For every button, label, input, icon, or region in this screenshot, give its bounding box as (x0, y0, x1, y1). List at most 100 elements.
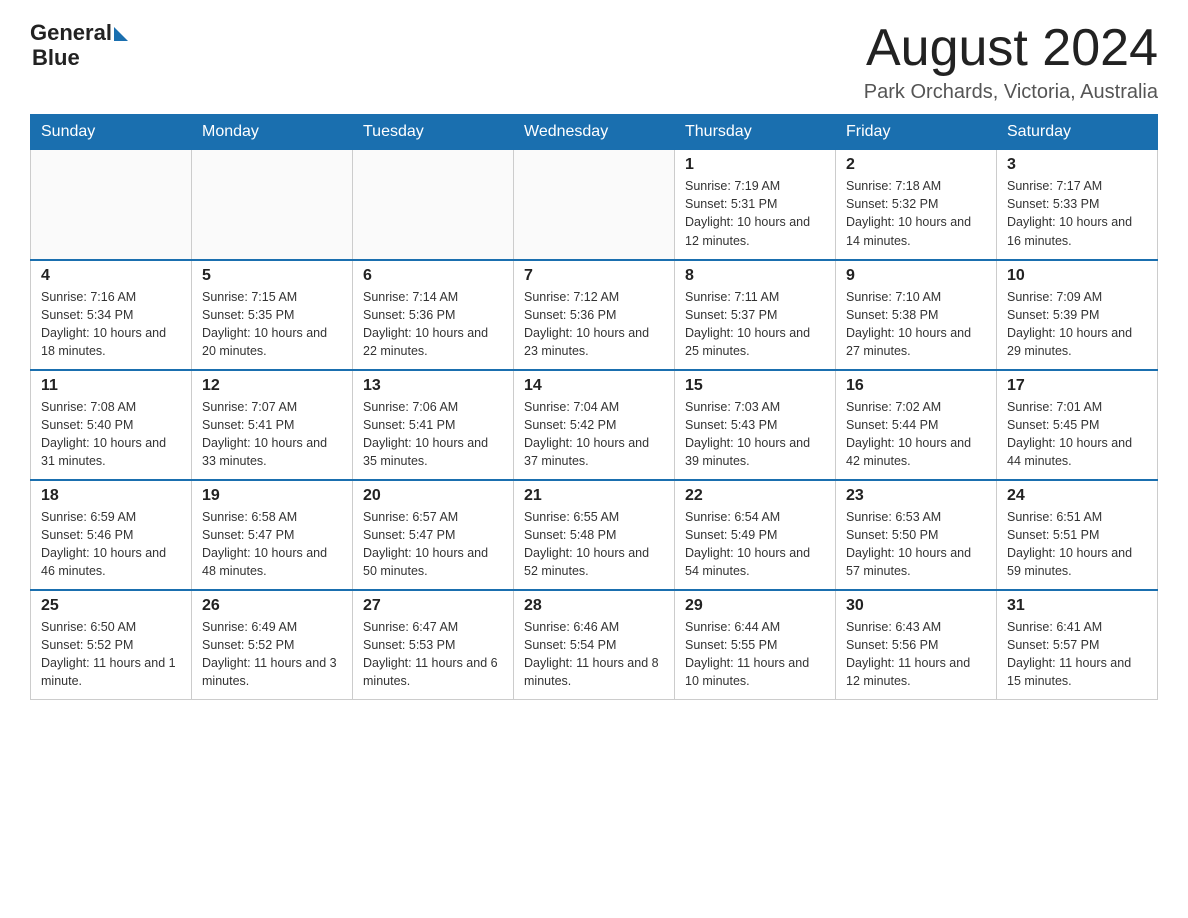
day-info: Sunrise: 7:19 AMSunset: 5:31 PMDaylight:… (685, 177, 825, 250)
day-number: 16 (846, 377, 986, 395)
calendar-cell: 5 Sunrise: 7:15 AMSunset: 5:35 PMDaylight… (192, 260, 353, 370)
day-info: Sunrise: 6:47 AMSunset: 5:53 PMDaylight:… (363, 618, 503, 691)
day-number: 25 (41, 597, 181, 615)
calendar-cell: 19 Sunrise: 6:58 AMSunset: 5:47 PMDayligh… (192, 480, 353, 590)
day-number: 30 (846, 597, 986, 615)
week-row-3: 11Sunrise: 7:08 AMSunset: 5:40 PMDayligh… (31, 370, 1158, 480)
calendar-cell: 12Sunrise: 7:07 AMSunset: 5:41 PMDayligh… (192, 370, 353, 480)
calendar-cell: 31 Sunrise: 6:41 AMSunset: 5:57 PMDayligh… (997, 590, 1158, 700)
logo-text-blue: Blue (32, 45, 128, 70)
day-info: Sunrise: 6:57 AMSunset: 5:47 PMDaylight:… (363, 508, 503, 581)
day-number: 23 (846, 487, 986, 505)
calendar-cell (353, 150, 514, 260)
day-number: 15 (685, 377, 825, 395)
day-number: 18 (41, 487, 181, 505)
calendar-cell: 30Sunrise: 6:43 AMSunset: 5:56 PMDayligh… (836, 590, 997, 700)
day-number: 6 (363, 267, 503, 285)
location: Park Orchards, Victoria, Australia (864, 81, 1158, 104)
calendar-cell: 7 Sunrise: 7:12 AMSunset: 5:36 PMDaylight… (514, 260, 675, 370)
day-info: Sunrise: 7:01 AMSunset: 5:45 PMDaylight:… (1007, 398, 1147, 471)
calendar-cell: 9 Sunrise: 7:10 AMSunset: 5:38 PMDaylight… (836, 260, 997, 370)
header-wednesday: Wednesday (514, 115, 675, 150)
calendar-cell: 27Sunrise: 6:47 AMSunset: 5:53 PMDayligh… (353, 590, 514, 700)
day-info: Sunrise: 6:50 AMSunset: 5:52 PMDaylight:… (41, 618, 181, 691)
calendar-cell: 1Sunrise: 7:19 AMSunset: 5:31 PMDaylight… (675, 150, 836, 260)
calendar-cell: 25 Sunrise: 6:50 AMSunset: 5:52 PMDayligh… (31, 590, 192, 700)
header-monday: Monday (192, 115, 353, 150)
day-info: Sunrise: 7:14 AMSunset: 5:36 PMDaylight:… (363, 288, 503, 361)
day-info: Sunrise: 7:12 AMSunset: 5:36 PMDaylight:… (524, 288, 664, 361)
day-number: 20 (363, 487, 503, 505)
calendar-cell: 14Sunrise: 7:04 AMSunset: 5:42 PMDayligh… (514, 370, 675, 480)
day-number: 13 (363, 377, 503, 395)
day-number: 8 (685, 267, 825, 285)
calendar-cell: 13 Sunrise: 7:06 AMSunset: 5:41 PMDayligh… (353, 370, 514, 480)
day-info: Sunrise: 6:58 AMSunset: 5:47 PMDaylight:… (202, 508, 342, 581)
day-number: 17 (1007, 377, 1147, 395)
calendar-cell: 26Sunrise: 6:49 AMSunset: 5:52 PMDayligh… (192, 590, 353, 700)
day-info: Sunrise: 7:09 AMSunset: 5:39 PMDaylight:… (1007, 288, 1147, 361)
day-info: Sunrise: 7:18 AMSunset: 5:32 PMDaylight:… (846, 177, 986, 250)
calendar-cell: 23 Sunrise: 6:53 AMSunset: 5:50 PMDayligh… (836, 480, 997, 590)
calendar-cell: 20 Sunrise: 6:57 AMSunset: 5:47 PMDayligh… (353, 480, 514, 590)
calendar-cell: 29 Sunrise: 6:44 AMSunset: 5:55 PMDayligh… (675, 590, 836, 700)
header-saturday: Saturday (997, 115, 1158, 150)
header-thursday: Thursday (675, 115, 836, 150)
day-info: Sunrise: 6:51 AMSunset: 5:51 PMDaylight:… (1007, 508, 1147, 581)
calendar-cell: 15 Sunrise: 7:03 AMSunset: 5:43 PMDayligh… (675, 370, 836, 480)
calendar-cell: 11Sunrise: 7:08 AMSunset: 5:40 PMDayligh… (31, 370, 192, 480)
day-number: 22 (685, 487, 825, 505)
logo: General Blue (30, 20, 128, 71)
calendar-cell: 28 Sunrise: 6:46 AMSunset: 5:54 PMDayligh… (514, 590, 675, 700)
calendar-cell: 16 Sunrise: 7:02 AMSunset: 5:44 PMDayligh… (836, 370, 997, 480)
page-header: General Blue August 2024 Park Orchards, … (30, 20, 1158, 104)
logo-triangle-icon (114, 27, 128, 41)
day-info: Sunrise: 7:02 AMSunset: 5:44 PMDaylight:… (846, 398, 986, 471)
calendar-cell: 24 Sunrise: 6:51 AMSunset: 5:51 PMDayligh… (997, 480, 1158, 590)
day-number: 28 (524, 597, 664, 615)
day-number: 9 (846, 267, 986, 285)
day-number: 10 (1007, 267, 1147, 285)
calendar-cell: 4Sunrise: 7:16 AMSunset: 5:34 PMDaylight… (31, 260, 192, 370)
day-info: Sunrise: 6:46 AMSunset: 5:54 PMDaylight:… (524, 618, 664, 691)
day-number: 5 (202, 267, 342, 285)
day-number: 3 (1007, 156, 1147, 174)
month-title: August 2024 (864, 20, 1158, 77)
day-info: Sunrise: 6:44 AMSunset: 5:55 PMDaylight:… (685, 618, 825, 691)
header-friday: Friday (836, 115, 997, 150)
header-tuesday: Tuesday (353, 115, 514, 150)
day-number: 26 (202, 597, 342, 615)
day-info: Sunrise: 6:53 AMSunset: 5:50 PMDaylight:… (846, 508, 986, 581)
day-info: Sunrise: 7:10 AMSunset: 5:38 PMDaylight:… (846, 288, 986, 361)
day-info: Sunrise: 6:41 AMSunset: 5:57 PMDaylight:… (1007, 618, 1147, 691)
day-number: 29 (685, 597, 825, 615)
calendar-cell (31, 150, 192, 260)
day-number: 19 (202, 487, 342, 505)
calendar-cell (192, 150, 353, 260)
day-info: Sunrise: 7:03 AMSunset: 5:43 PMDaylight:… (685, 398, 825, 471)
day-number: 21 (524, 487, 664, 505)
day-info: Sunrise: 7:11 AMSunset: 5:37 PMDaylight:… (685, 288, 825, 361)
day-info: Sunrise: 7:17 AMSunset: 5:33 PMDaylight:… (1007, 177, 1147, 250)
calendar-cell: 22Sunrise: 6:54 AMSunset: 5:49 PMDayligh… (675, 480, 836, 590)
day-number: 2 (846, 156, 986, 174)
day-number: 7 (524, 267, 664, 285)
day-number: 12 (202, 377, 342, 395)
week-row-4: 18Sunrise: 6:59 AMSunset: 5:46 PMDayligh… (31, 480, 1158, 590)
calendar-cell (514, 150, 675, 260)
calendar-cell: 2 Sunrise: 7:18 AMSunset: 5:32 PMDaylight… (836, 150, 997, 260)
logo-text-general: General (30, 20, 112, 45)
day-number: 14 (524, 377, 664, 395)
calendar-table: SundayMondayTuesdayWednesdayThursdayFrid… (30, 114, 1158, 700)
day-info: Sunrise: 7:08 AMSunset: 5:40 PMDaylight:… (41, 398, 181, 471)
day-number: 24 (1007, 487, 1147, 505)
day-info: Sunrise: 7:06 AMSunset: 5:41 PMDaylight:… (363, 398, 503, 471)
week-row-5: 25 Sunrise: 6:50 AMSunset: 5:52 PMDayligh… (31, 590, 1158, 700)
week-row-1: 1Sunrise: 7:19 AMSunset: 5:31 PMDaylight… (31, 150, 1158, 260)
day-info: Sunrise: 7:15 AMSunset: 5:35 PMDaylight:… (202, 288, 342, 361)
calendar-cell: 21Sunrise: 6:55 AMSunset: 5:48 PMDayligh… (514, 480, 675, 590)
title-area: August 2024 Park Orchards, Victoria, Aus… (864, 20, 1158, 104)
header-sunday: Sunday (31, 115, 192, 150)
day-number: 31 (1007, 597, 1147, 615)
calendar-cell: 8 Sunrise: 7:11 AMSunset: 5:37 PMDaylight… (675, 260, 836, 370)
